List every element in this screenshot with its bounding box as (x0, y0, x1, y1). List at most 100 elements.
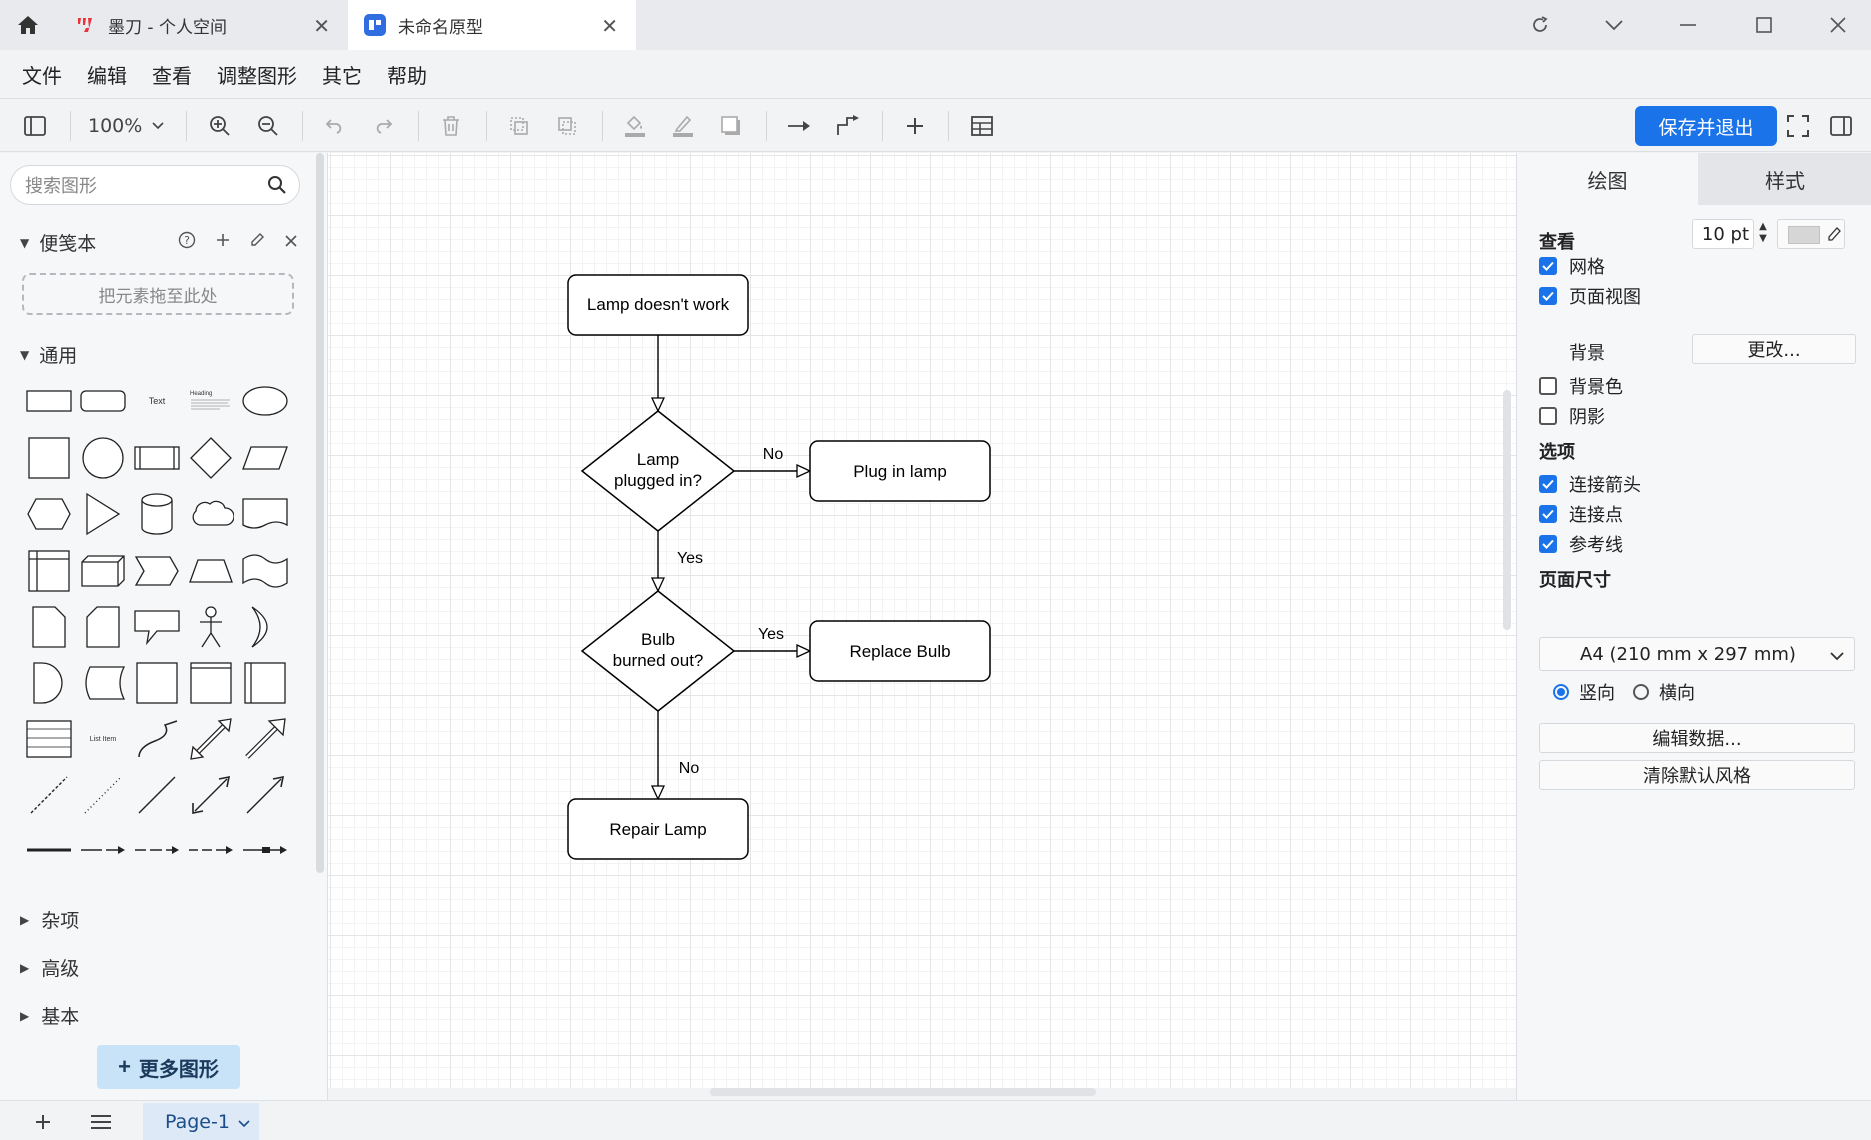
menu-extras[interactable]: 其它 (322, 60, 362, 89)
add-icon[interactable] (215, 232, 231, 252)
redo-icon[interactable] (366, 109, 400, 143)
clear-default-style-button[interactable]: 清除默认风格 (1539, 760, 1855, 790)
background-color-checkbox[interactable]: 背景色 (1539, 373, 1623, 399)
shape-note[interactable] (24, 602, 74, 652)
fullscreen-icon[interactable] (1781, 109, 1815, 143)
shape-dotted-line[interactable] (78, 770, 128, 820)
tab-personal-space[interactable]: 墨刀 - 个人空间 ✕ (58, 0, 348, 50)
to-front-icon[interactable] (502, 109, 536, 143)
shape-line[interactable] (132, 770, 182, 820)
close-icon[interactable]: ✕ (313, 14, 330, 38)
page-view-checkbox[interactable]: 页面视图 (1539, 283, 1641, 309)
diagram-canvas[interactable]: No Yes Yes No Lamp doesn't work Lamp plu… (328, 153, 1516, 1088)
home-icon[interactable] (10, 10, 46, 40)
shape-dashed-line[interactable] (24, 770, 74, 820)
edit-data-button[interactable]: 编辑数据... (1539, 723, 1855, 753)
tab-unnamed-prototype[interactable]: 未命名原型 ✕ (348, 0, 636, 50)
scratchpad-header[interactable]: ▼ 便笺本 (20, 229, 96, 256)
menu-arrange[interactable]: 调整图形 (217, 60, 297, 89)
add-page-icon[interactable] (28, 1107, 58, 1137)
zoom-select[interactable]: 100% (88, 111, 172, 141)
node-bulb-burned-out[interactable]: Bulb burned out? (580, 590, 736, 712)
menu-view[interactable]: 查看 (152, 60, 192, 89)
shape-square[interactable] (24, 433, 74, 483)
shape-process[interactable] (132, 433, 182, 483)
refresh-icon[interactable] (1520, 10, 1560, 40)
misc-section-header[interactable]: ▶ 杂项 (20, 906, 79, 933)
delete-icon[interactable] (434, 109, 468, 143)
shape-connector-label[interactable] (132, 825, 182, 875)
portrait-radio[interactable]: 竖向 (1553, 679, 1615, 705)
shape-square-outline[interactable] (132, 658, 182, 708)
shape-data-storage[interactable] (78, 658, 128, 708)
save-and-exit-button[interactable]: 保存并退出 (1635, 106, 1777, 146)
shape-card[interactable] (78, 602, 128, 652)
shape-bidirectional-arrow[interactable] (186, 714, 236, 764)
shape-delay[interactable] (24, 658, 74, 708)
shape-cube[interactable] (78, 546, 128, 596)
zoom-out-icon[interactable] (251, 109, 285, 143)
shape-bidirectional-connector[interactable] (186, 770, 236, 820)
shape-rectangle[interactable] (24, 376, 74, 426)
waypoint-icon[interactable] (830, 109, 864, 143)
edit-pencil-icon[interactable] (249, 232, 265, 252)
shape-arrow[interactable] (240, 714, 290, 764)
minimize-icon[interactable] (1668, 10, 1708, 40)
shape-ellipse[interactable] (240, 376, 290, 426)
pages-menu-icon[interactable] (86, 1107, 116, 1137)
page-tab[interactable]: Page-1 (143, 1103, 259, 1140)
shape-actor[interactable] (186, 602, 236, 652)
tab-diagram[interactable]: 绘图 (1517, 153, 1698, 205)
scratchpad-drop-zone[interactable]: 把元素拖至此处 (22, 273, 294, 315)
shape-link-thick[interactable] (24, 825, 74, 875)
canvas-horizontal-scrollbar[interactable] (710, 1088, 1096, 1096)
fill-color-icon[interactable] (618, 109, 652, 143)
shape-curve[interactable] (132, 714, 182, 764)
connection-points-checkbox[interactable]: 连接点 (1539, 501, 1623, 527)
advanced-section-header[interactable]: ▶ 高级 (20, 954, 79, 981)
grid-color-button[interactable] (1777, 219, 1845, 249)
shape-tape[interactable] (240, 546, 290, 596)
shape-internal-storage[interactable] (24, 546, 74, 596)
shape-diamond[interactable] (186, 433, 236, 483)
toggle-format-panel-icon[interactable] (1824, 109, 1858, 143)
shape-container[interactable] (186, 658, 236, 708)
tab-style[interactable]: 样式 (1698, 153, 1871, 205)
undo-icon[interactable] (318, 109, 352, 143)
change-background-button[interactable]: 更改... (1692, 334, 1856, 364)
shape-parallelogram[interactable] (240, 433, 290, 483)
shape-step[interactable] (132, 546, 182, 596)
node-plug-in-lamp[interactable]: Plug in lamp (809, 440, 991, 502)
maximize-icon[interactable] (1744, 10, 1784, 40)
line-color-icon[interactable] (666, 109, 700, 143)
window-close-icon[interactable] (1818, 10, 1858, 40)
shape-connector-symbol[interactable] (240, 825, 290, 875)
grid-size-input[interactable]: 10 pt (1692, 219, 1754, 249)
shape-connector-two-labels[interactable] (186, 825, 236, 875)
sidebar-scrollbar[interactable] (316, 153, 324, 873)
toggle-sidebar-icon[interactable] (18, 109, 52, 143)
basic-section-header[interactable]: ▶ 基本 (20, 1002, 79, 1029)
more-shapes-button[interactable]: + 更多图形 (97, 1045, 240, 1089)
node-lamp-doesnt-work[interactable]: Lamp doesn't work (567, 274, 749, 336)
shape-callout[interactable] (132, 602, 182, 652)
connection-arrow-icon[interactable] (782, 109, 816, 143)
shape-textbox[interactable]: Heading (186, 376, 236, 426)
grid-checkbox[interactable]: 网格 (1539, 253, 1605, 279)
shape-cylinder[interactable] (132, 489, 182, 539)
table-icon[interactable] (965, 109, 999, 143)
shape-text[interactable]: Text (132, 376, 182, 426)
node-lamp-plugged-in[interactable]: Lamp plugged in? (580, 410, 736, 532)
node-replace-bulb[interactable]: Replace Bulb (809, 620, 991, 682)
page-size-select[interactable]: A4 (210 mm x 297 mm) (1539, 637, 1855, 671)
menu-help[interactable]: 帮助 (387, 60, 427, 89)
shape-directional-connector[interactable] (240, 770, 290, 820)
canvas-vertical-scrollbar[interactable] (1503, 390, 1511, 630)
guides-checkbox[interactable]: 参考线 (1539, 531, 1623, 557)
shape-list[interactable] (24, 714, 74, 764)
landscape-radio[interactable]: 横向 (1633, 679, 1695, 705)
shape-hexagon[interactable] (24, 489, 74, 539)
shape-list-item[interactable]: List Item (78, 714, 128, 764)
connection-arrows-checkbox[interactable]: 连接箭头 (1539, 471, 1641, 497)
shape-rounded-rectangle[interactable] (78, 376, 128, 426)
